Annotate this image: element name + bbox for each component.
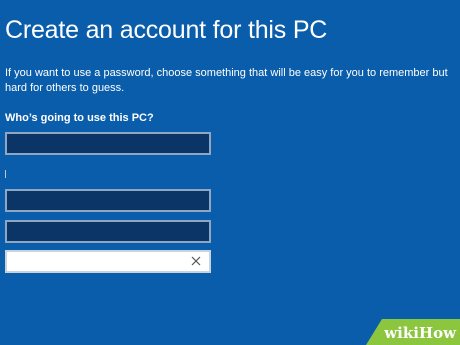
user-section-label: Who’s going to use this PC? xyxy=(5,112,154,124)
reenter-password-field[interactable] xyxy=(5,220,211,243)
divider-mark xyxy=(5,170,6,178)
page-title: Create an account for this PC xyxy=(5,16,328,44)
page-description: If you want to use a password, choose so… xyxy=(5,67,448,94)
watermark-text: wikiHow xyxy=(384,324,456,342)
username-field[interactable] xyxy=(5,132,211,155)
wikihow-watermark: wikiHow xyxy=(360,319,460,345)
close-icon[interactable] xyxy=(189,254,203,268)
password-field[interactable] xyxy=(5,189,211,212)
password-hint-field[interactable] xyxy=(5,250,211,273)
